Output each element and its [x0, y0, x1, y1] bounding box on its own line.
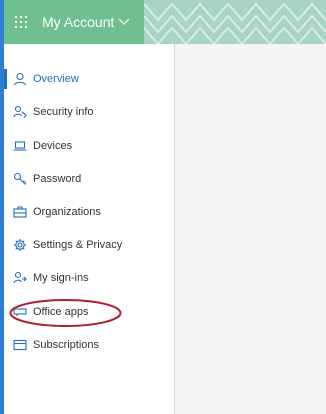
sidebar-item-devices[interactable]: Devices [4, 132, 174, 160]
sidebar-item-subscriptions[interactable]: Subscriptions [4, 331, 174, 359]
chevron-down-icon[interactable] [118, 18, 130, 26]
sidebar-item-label: My sign-ins [33, 272, 89, 284]
gear-icon [13, 238, 27, 252]
sidebar-nav: Overview Security info Devices Password [4, 44, 175, 414]
sidebar-item-settings-privacy[interactable]: Settings & Privacy [4, 231, 174, 259]
sidebar-item-my-sign-ins[interactable]: My sign-ins [4, 264, 174, 292]
sidebar-item-overview[interactable]: Overview [4, 65, 174, 93]
subscriptions-icon [13, 338, 27, 352]
sidebar-item-label: Password [33, 173, 82, 185]
sidebar-item-office-apps[interactable]: Office apps [4, 298, 174, 326]
sidebar-item-label: Organizations [33, 206, 101, 218]
app-header[interactable]: My Account [4, 0, 144, 44]
app-launcher-icon[interactable] [10, 0, 32, 44]
person-icon [13, 72, 27, 86]
office-apps-icon [13, 305, 27, 319]
sidebar-item-label: Settings & Privacy [33, 239, 123, 251]
sidebar-item-label: Devices [33, 140, 73, 152]
sign-ins-icon [13, 271, 27, 285]
sidebar-item-security-info[interactable]: Security info [4, 98, 174, 126]
sidebar-item-label: Office apps [33, 306, 89, 318]
laptop-icon [13, 139, 27, 153]
sidebar-item-organizations[interactable]: Organizations [4, 198, 174, 226]
key-icon [13, 172, 27, 186]
sidebar-item-password[interactable]: Password [4, 165, 174, 193]
sidebar-item-label: Security info [33, 106, 94, 118]
sidebar-item-label: Overview [33, 73, 79, 85]
main-content [175, 44, 326, 414]
briefcase-icon [13, 205, 27, 219]
security-info-icon [13, 105, 27, 119]
sidebar-item-label: Subscriptions [33, 339, 100, 351]
app-title[interactable]: My Account [42, 14, 114, 30]
